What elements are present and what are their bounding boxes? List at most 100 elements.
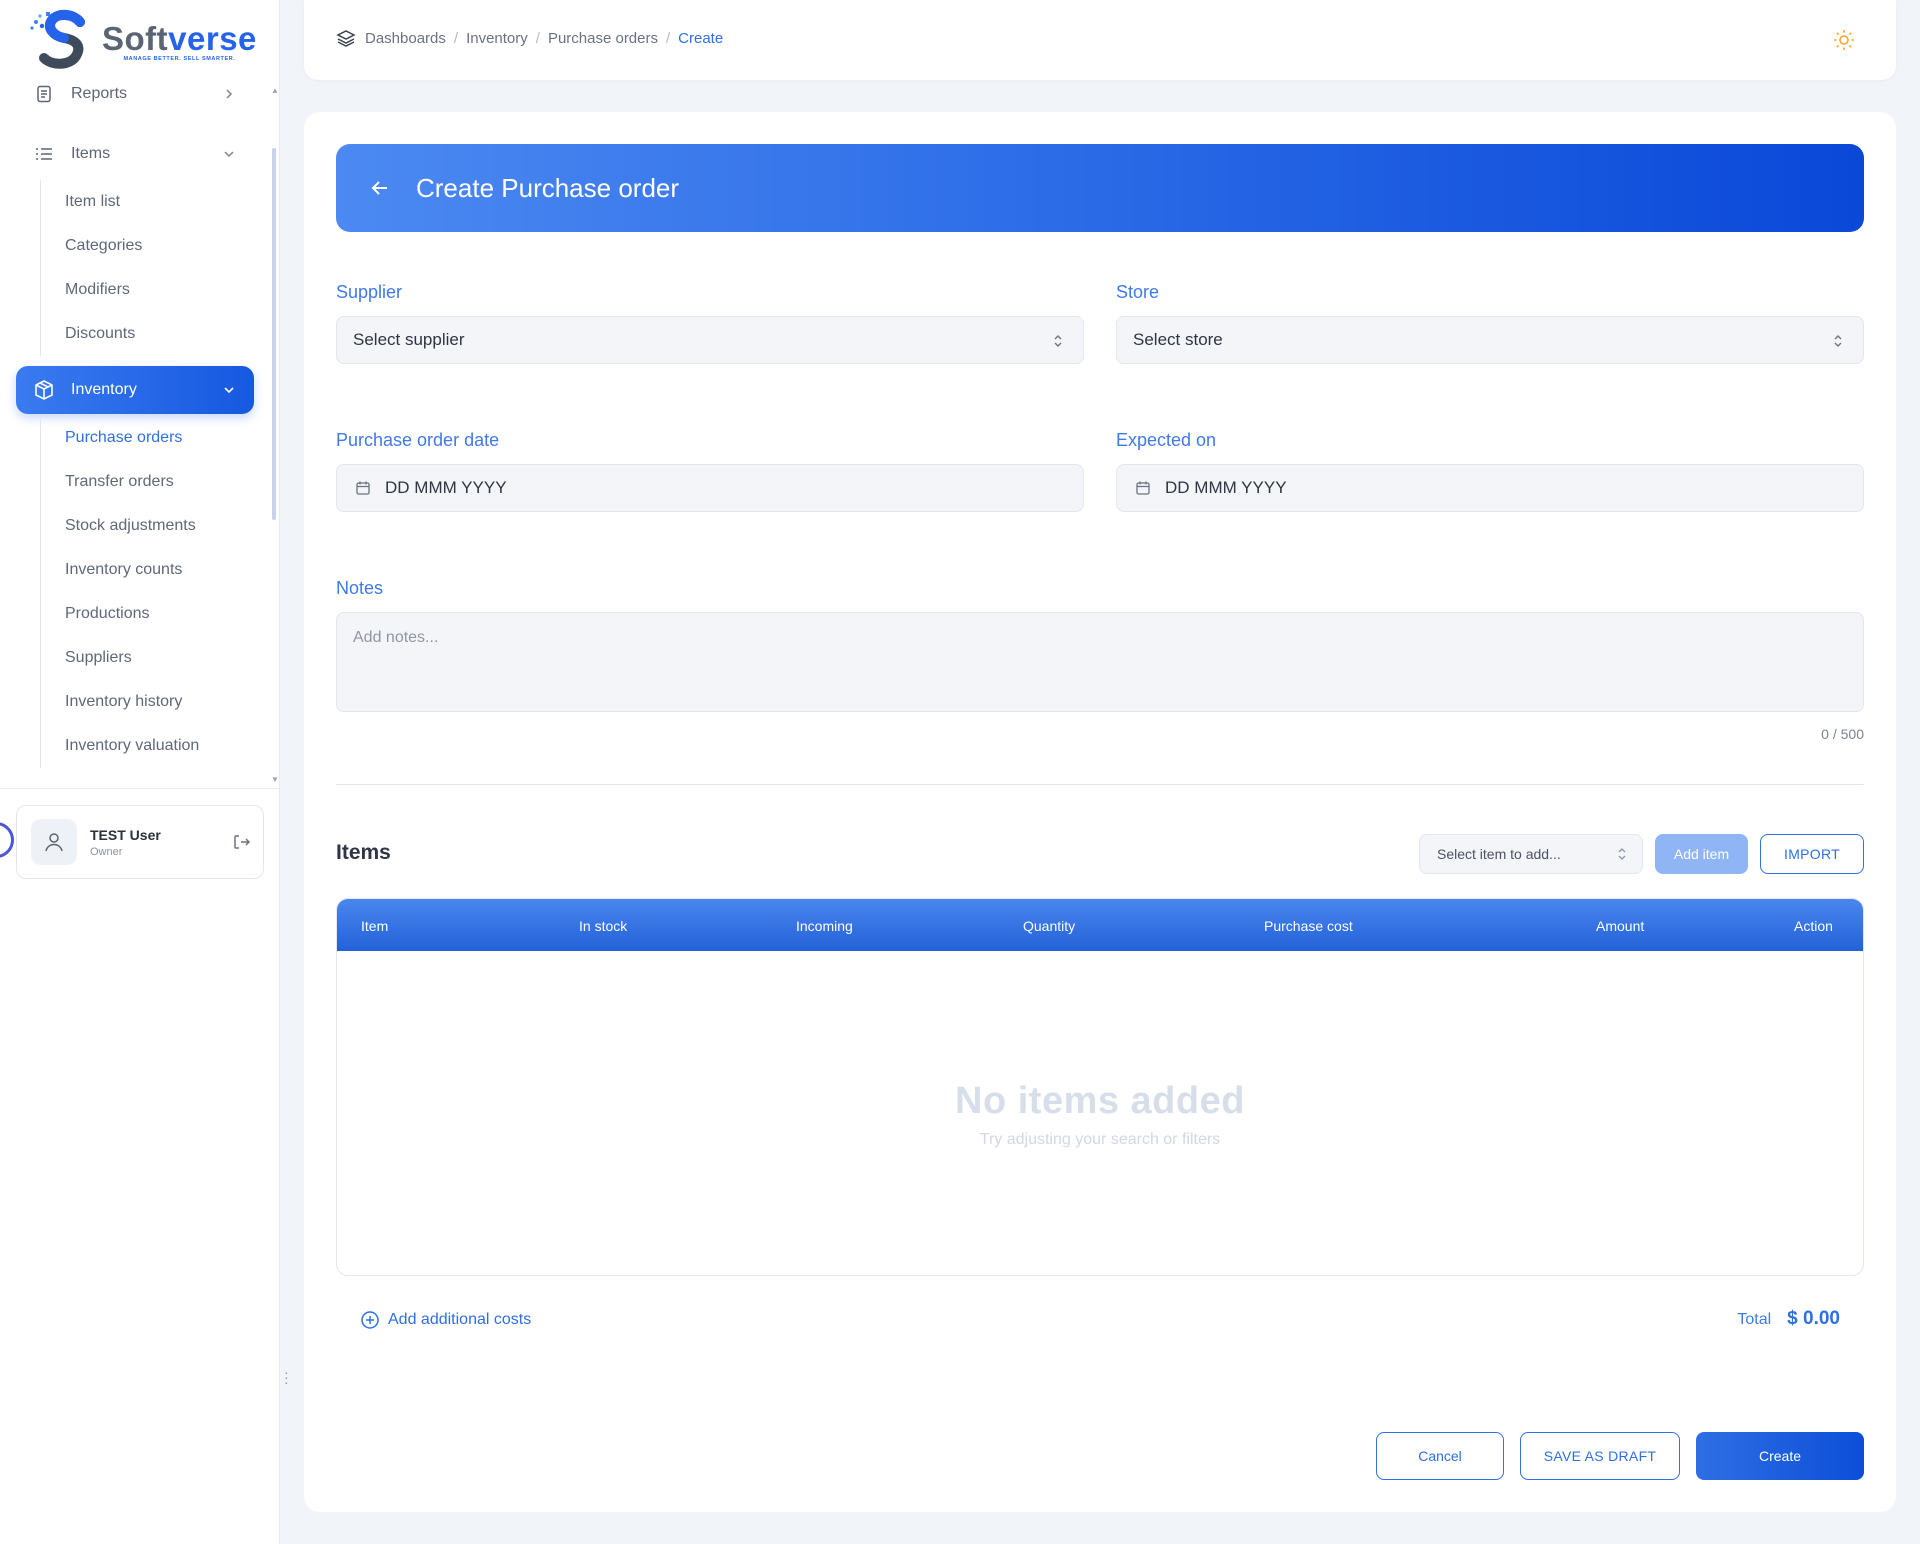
expected-on-input[interactable]: DD MMM YYYY: [1116, 464, 1864, 512]
total-label: Total: [1737, 1311, 1772, 1328]
save-as-draft-button[interactable]: SAVE AS DRAFT: [1520, 1432, 1680, 1480]
import-button[interactable]: IMPORT: [1760, 834, 1864, 874]
breadcrumb-inventory[interactable]: Inventory: [466, 30, 528, 47]
sidebar-subitem-modifiers[interactable]: Modifiers: [41, 268, 142, 312]
sidebar-scrollbar[interactable]: [272, 148, 276, 520]
empty-state-title: No items added: [955, 1079, 1245, 1122]
page-title: Create Purchase order: [416, 172, 680, 203]
sidebar-subitem-purchase-orders[interactable]: Purchase orders: [41, 416, 199, 460]
breadcrumb-dashboards[interactable]: Dashboards: [365, 30, 446, 47]
items-subnav: Item list Categories Modifiers Discounts: [40, 180, 142, 356]
column-header-amount: Amount: [1596, 918, 1645, 934]
items-table: Item In stock Incoming Quantity Purchase…: [336, 898, 1864, 1276]
sidebar-subitem-inventory-counts[interactable]: Inventory counts: [41, 548, 199, 592]
scroll-up-arrow-icon[interactable]: ▲: [271, 86, 279, 95]
cancel-button[interactable]: Cancel: [1376, 1432, 1504, 1480]
notes-char-counter: 0 / 500: [1821, 726, 1864, 742]
top-header: Dashboards / Inventory / Purchase orders…: [304, 0, 1896, 80]
sidebar-divider: [0, 788, 280, 789]
column-header-quantity: Quantity: [1023, 918, 1076, 934]
breadcrumb-purchase-orders[interactable]: Purchase orders: [548, 30, 658, 47]
notes-label: Notes: [336, 578, 384, 598]
supplier-label: Supplier: [336, 282, 403, 302]
column-header-purchase-cost: Purchase cost: [1264, 918, 1353, 934]
po-date-input[interactable]: DD MMM YYYY: [336, 464, 1084, 512]
purchase-order-form-card: Create Purchase order Supplier Select su…: [304, 112, 1896, 1512]
item-select[interactable]: Select item to add...: [1419, 834, 1643, 874]
logout-icon[interactable]: [231, 832, 251, 852]
sidebar-item-label: Inventory: [71, 381, 137, 398]
add-additional-costs-link[interactable]: Add additional costs: [360, 1310, 531, 1330]
calendar-icon: [356, 481, 370, 495]
store-select[interactable]: Select store: [1116, 316, 1864, 364]
chevron-right-icon: [226, 89, 233, 99]
sun-icon[interactable]: [1832, 28, 1856, 52]
add-costs-label: Add additional costs: [388, 1311, 532, 1328]
sidebar-subitem-suppliers[interactable]: Suppliers: [41, 636, 199, 680]
empty-state-subtitle: Try adjusting your search or filters: [979, 1130, 1221, 1148]
sidebar-subitem-inventory-history[interactable]: Inventory history: [41, 680, 199, 724]
sidebar-subitem-discounts[interactable]: Discounts: [41, 312, 142, 356]
po-date-value: DD MMM YYYY: [385, 478, 507, 497]
breadcrumb-separator: /: [666, 29, 671, 47]
inventory-subnav: Purchase orders Transfer orders Stock ad…: [40, 416, 199, 768]
report-icon: [33, 83, 55, 105]
sidebar-subitem-inventory-valuation[interactable]: Inventory valuation: [41, 724, 199, 768]
avatar: [31, 819, 77, 865]
user-role: Owner: [90, 845, 123, 858]
store-select-value: Select store: [1133, 330, 1223, 349]
total-value: $ 0.00: [1787, 1308, 1840, 1329]
resize-handle-icon[interactable]: · · ·: [284, 1365, 289, 1389]
breadcrumb-current: Create: [678, 29, 724, 47]
empty-state: No items added Try adjusting your search…: [337, 951, 1863, 1275]
supplier-select-value: Select supplier: [353, 330, 465, 349]
breadcrumb-separator: /: [535, 29, 540, 47]
user-icon: [45, 833, 63, 852]
up-down-chevron-icon: [1054, 335, 1062, 347]
add-item-button[interactable]: Add item: [1655, 834, 1748, 874]
brand-name-part1: Soft: [102, 20, 169, 57]
create-button[interactable]: Create: [1696, 1432, 1864, 1480]
sidebar-subitem-categories[interactable]: Categories: [41, 224, 142, 268]
sidebar-subitem-productions[interactable]: Productions: [41, 592, 199, 636]
sidebar-subitem-item-list[interactable]: Item list: [41, 180, 142, 224]
expected-on-label: Expected on: [1116, 430, 1217, 450]
store-label: Store: [1116, 282, 1160, 302]
sidebar-item-inventory[interactable]: Inventory: [16, 366, 254, 414]
scroll-down-arrow-icon[interactable]: ▼: [271, 775, 279, 784]
column-header-item: Item: [361, 918, 389, 934]
softverse-logo[interactable]: Softverse MANAGE BETTER. SELL SMARTER.: [28, 8, 258, 74]
plus-circle-icon: [361, 1311, 379, 1329]
layers-icon: [336, 30, 356, 47]
up-down-chevron-icon: [1834, 335, 1842, 347]
sidebar-subitem-stock-adjustments[interactable]: Stock adjustments: [41, 504, 199, 548]
sidebar-subitem-transfer-orders[interactable]: Transfer orders: [41, 460, 199, 504]
breadcrumb: Dashboards / Inventory / Purchase orders…: [336, 28, 723, 48]
logo-s-icon: [28, 8, 96, 74]
sidebar-item-reports[interactable]: Reports: [16, 70, 254, 118]
calendar-icon: [1136, 481, 1150, 495]
item-select-placeholder: Select item to add...: [1437, 846, 1561, 862]
column-header-action: Action: [1794, 918, 1833, 934]
sidebar: Softverse MANAGE BETTER. SELL SMARTER. ▲…: [0, 0, 280, 1544]
up-down-chevron-icon: [1618, 848, 1626, 860]
breadcrumb-separator: /: [453, 29, 459, 47]
chevron-down-icon: [224, 151, 234, 158]
sidebar-item-items[interactable]: Items: [16, 130, 254, 178]
back-arrow-icon[interactable]: [368, 176, 392, 200]
sidebar-item-label: Reports: [71, 85, 128, 102]
page-banner: Create Purchase order: [336, 144, 1864, 232]
list-icon: [33, 143, 55, 165]
user-card[interactable]: TEST User Owner: [16, 805, 264, 879]
po-date-label: Purchase order date: [336, 430, 500, 450]
column-header-incoming: Incoming: [796, 918, 853, 934]
user-name: TEST User: [90, 826, 161, 843]
brand-name-part2: verse: [168, 20, 257, 57]
supplier-select[interactable]: Select supplier: [336, 316, 1084, 364]
total-summary: Total $ 0.00: [1737, 1308, 1840, 1330]
expected-on-value: DD MMM YYYY: [1165, 478, 1287, 497]
box-icon: [33, 379, 55, 401]
column-header-in-stock: In stock: [579, 918, 628, 934]
items-section-title: Items: [336, 841, 391, 864]
notes-textarea[interactable]: Add notes...: [336, 612, 1864, 712]
